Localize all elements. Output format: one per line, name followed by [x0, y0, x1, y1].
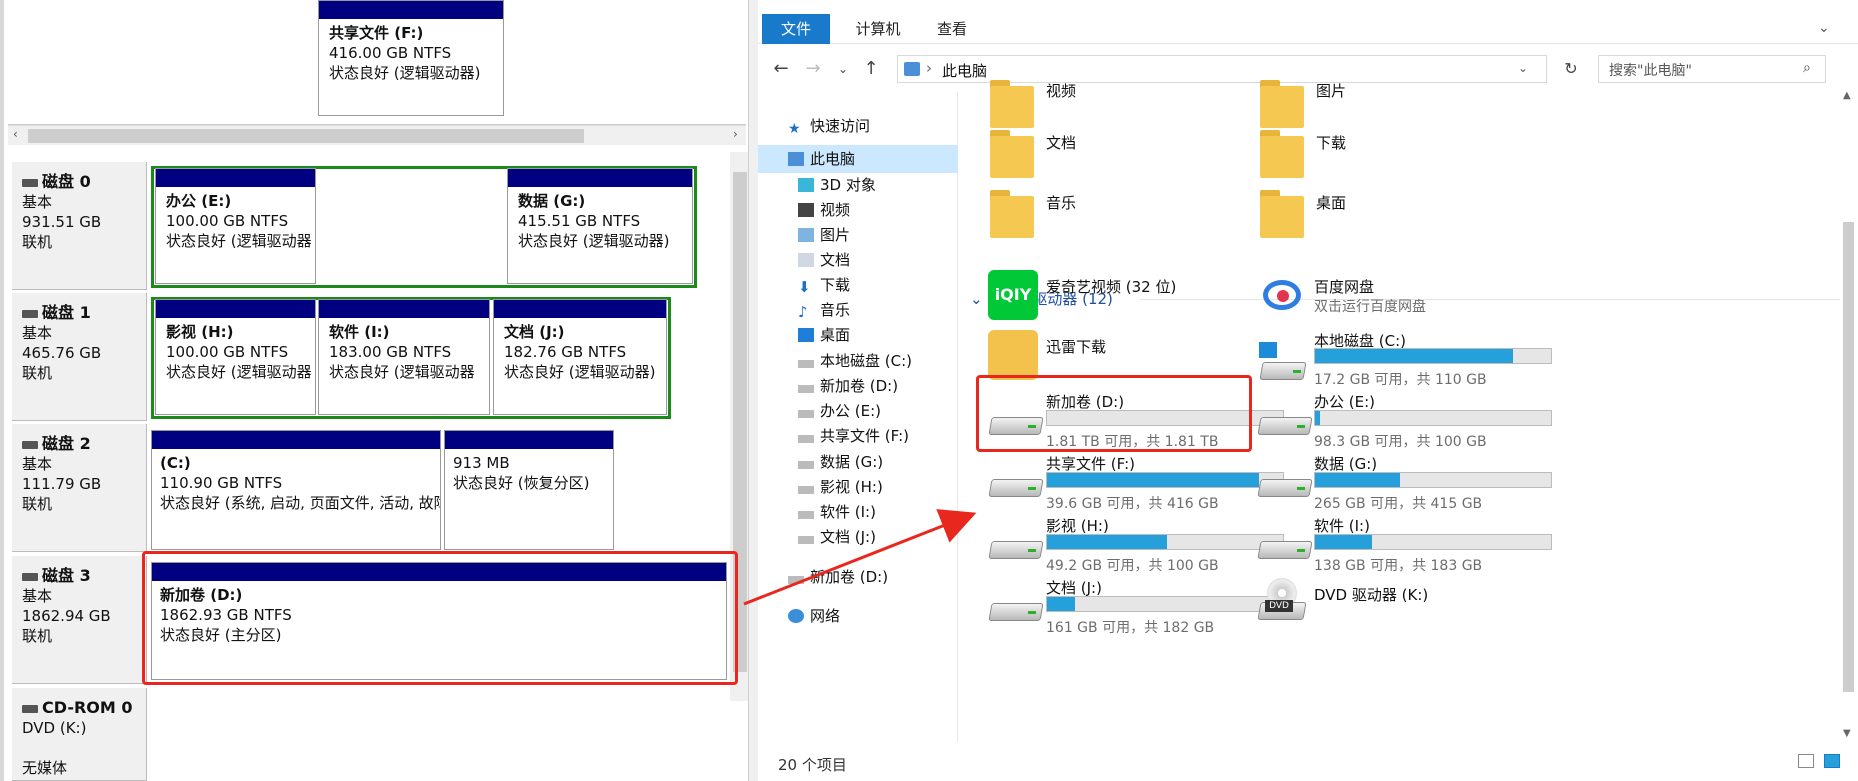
annotation-arrow: [743, 509, 977, 606]
